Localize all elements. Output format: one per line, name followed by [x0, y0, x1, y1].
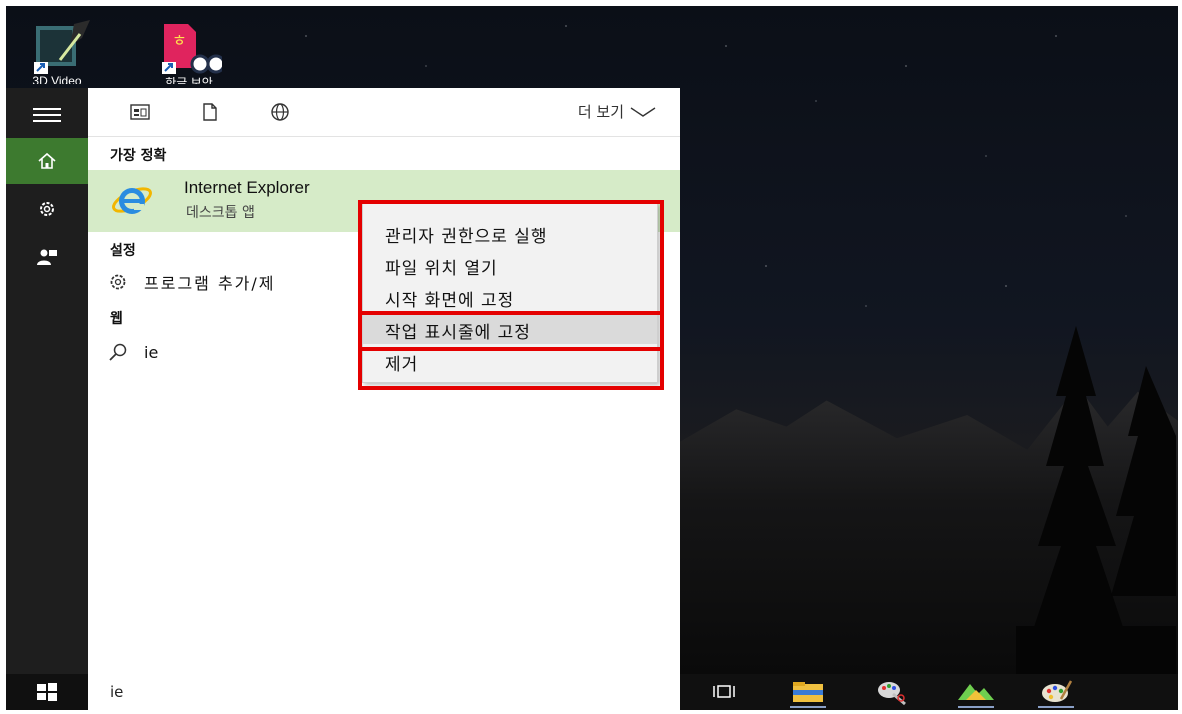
file-explorer-button[interactable]: [786, 678, 830, 708]
paint-palette-icon: [1042, 680, 1073, 702]
running-indicator: [790, 706, 826, 708]
more-filters-button[interactable]: 더 보기: [578, 101, 656, 122]
context-menu: 관리자 권한으로 실행 파일 위치 열기 시작 화면에 고정 작업 표시줄에 고…: [362, 203, 658, 383]
search-icon: [109, 343, 127, 361]
taskbar-search-box[interactable]: ie: [88, 674, 680, 710]
search-input-value: ie: [110, 683, 124, 701]
menu-item-uninstall[interactable]: 제거: [385, 350, 418, 375]
paint-palette-button[interactable]: [1034, 678, 1078, 708]
start-button[interactable]: [6, 674, 88, 710]
sidebar-item-home[interactable]: [6, 138, 88, 184]
apps-filter-icon: [130, 104, 150, 120]
hwp-document-icon: ㅎ: [162, 24, 226, 74]
taskbar: ie: [6, 674, 1178, 710]
documents-filter-button[interactable]: [198, 101, 222, 123]
menu-item-run-as-admin[interactable]: 관리자 권한으로 실행: [385, 222, 548, 247]
file-explorer-icon: [793, 682, 823, 702]
settings-heading: 설정: [110, 243, 136, 259]
windows-logo-icon: [37, 683, 57, 701]
desktop-icon-hwp[interactable]: ㅎ: [158, 16, 226, 76]
documents-filter-icon: [203, 103, 217, 121]
paint-app-icon: [878, 682, 906, 706]
menu-item-pin-to-start[interactable]: 시작 화면에 고정: [385, 286, 514, 311]
filter-bar: 더 보기: [88, 88, 680, 137]
photos-app-icon: [958, 684, 994, 700]
paint-app-button[interactable]: [870, 678, 914, 706]
settings-result-item[interactable]: 프로그램 추가/제: [108, 270, 276, 294]
menu-item-pin-to-taskbar[interactable]: 작업 표시줄에 고정: [385, 318, 531, 343]
desktop-icon-label: 3D Video: [32, 74, 82, 84]
running-indicator: [958, 706, 994, 708]
start-menu-sidebar: [6, 88, 88, 674]
best-match-name: Internet Explorer: [184, 178, 310, 197]
hamburger-menu-icon: [33, 108, 61, 122]
photos-app-button[interactable]: [954, 678, 998, 708]
hamburger-menu-button[interactable]: [6, 92, 88, 138]
svg-text:ㅎ: ㅎ: [172, 31, 187, 50]
web-result-item[interactable]: ie: [108, 340, 158, 364]
video-app-icon: [34, 20, 90, 74]
gear-icon: [110, 274, 126, 290]
more-label: 더 보기: [577, 103, 624, 121]
task-view-button[interactable]: [702, 678, 746, 706]
tree-silhouette: [1016, 326, 1176, 676]
web-filter-button[interactable]: [268, 101, 292, 123]
best-match-subtitle: 데스크톱 앱: [186, 205, 255, 221]
sidebar-item-feedback[interactable]: [6, 234, 88, 280]
menu-item-open-file-location[interactable]: 파일 위치 열기: [385, 254, 498, 279]
home-icon: [38, 152, 56, 169]
chevron-down-icon: [630, 106, 656, 117]
web-filter-icon: [271, 103, 289, 121]
running-indicator: [1038, 706, 1074, 708]
web-heading: 웹: [110, 311, 123, 327]
desktop-icon-label: 한글 보안: [165, 76, 213, 84]
sidebar-item-settings[interactable]: [6, 186, 88, 232]
apps-filter-button[interactable]: [128, 101, 152, 123]
gear-icon: [40, 202, 54, 216]
best-match-heading: 가장 정확: [110, 148, 167, 164]
user-feedback-icon: [37, 249, 57, 265]
task-view-icon: [713, 685, 735, 698]
internet-explorer-icon: [112, 187, 152, 214]
settings-result-label: 프로그램 추가/제: [144, 274, 276, 293]
desktop-icon-3d-video[interactable]: [30, 16, 94, 76]
web-result-label: ie: [144, 342, 159, 362]
